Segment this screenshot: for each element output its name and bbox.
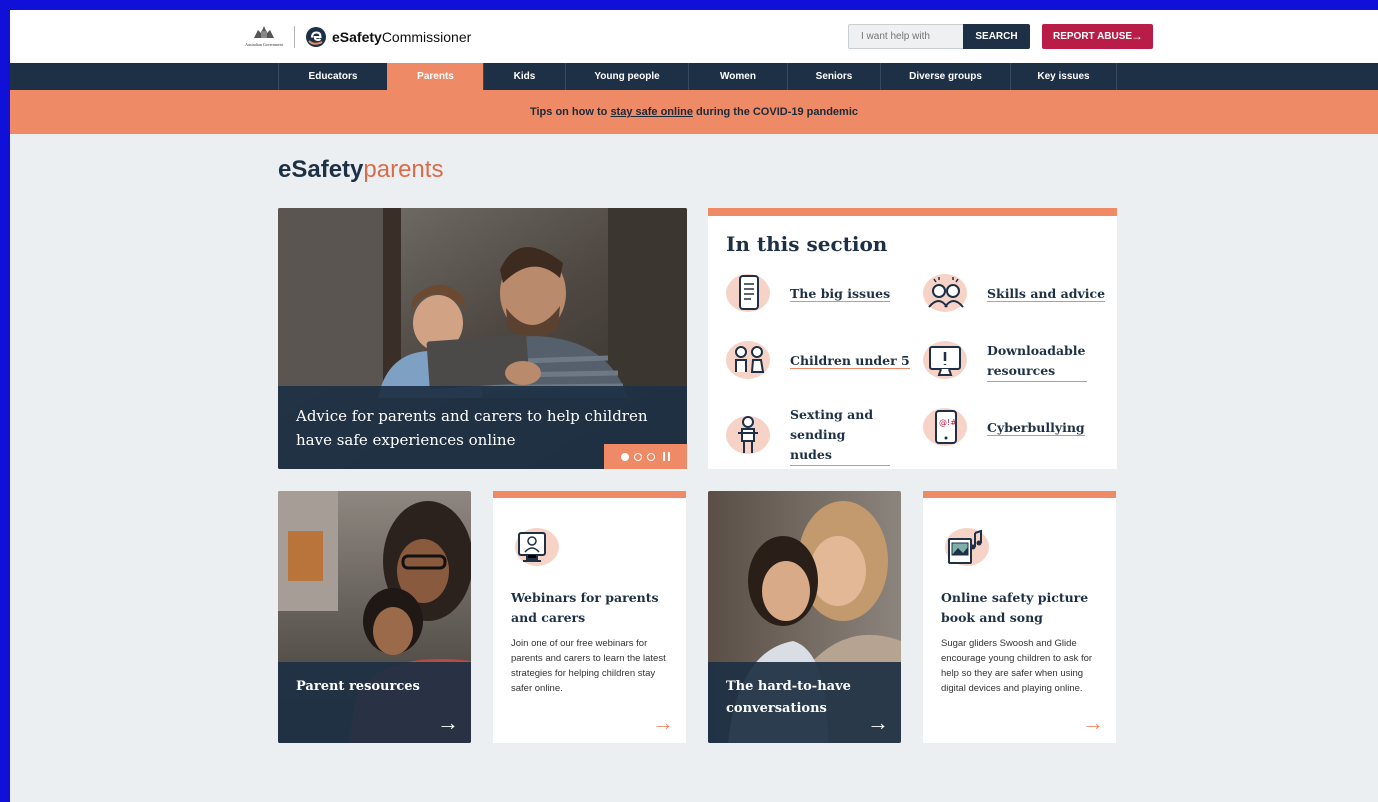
hero-caption-text: Advice for parents and carers to help ch… <box>296 407 648 449</box>
people-ideas-icon <box>923 274 967 312</box>
card-description: Join one of our free webinars for parent… <box>511 638 666 694</box>
logo-divider <box>294 26 295 48</box>
nav-item-women[interactable]: Women <box>688 63 787 90</box>
report-abuse-label: REPORT ABUSE <box>1053 31 1133 42</box>
phone-symbols-icon: @!# <box>923 408 967 446</box>
nav-item-diverse-groups[interactable]: Diverse groups <box>880 63 1010 90</box>
hero-carousel[interactable]: Advice for parents and carers to help ch… <box>278 208 687 469</box>
carousel-controls <box>604 444 687 469</box>
esafety-e-icon <box>306 27 326 47</box>
card-title: Online safety picture book and song <box>941 590 1089 625</box>
search-button[interactable]: SEARCH <box>963 24 1030 49</box>
section-link-label: Sexting and sending nudes <box>790 405 890 466</box>
brand-light: Commissioner <box>381 29 472 45</box>
brand-bold: eSafety <box>332 29 382 45</box>
banner-suffix: during the COVID-19 pandemic <box>692 106 859 118</box>
section-link-label: Downloadable resources <box>987 341 1087 382</box>
section-link-sexting[interactable]: Sexting and sending nudes <box>726 405 890 466</box>
arrow-right-icon: → <box>1131 29 1143 43</box>
svg-text:@!#: @!# <box>939 418 957 427</box>
carousel-dot-1[interactable] <box>621 452 629 461</box>
gov-logo-text: Australian Government <box>245 42 283 47</box>
arrow-right-icon[interactable]: → <box>867 711 889 735</box>
carousel-dot-3[interactable] <box>647 452 655 461</box>
person-phone-icon <box>726 415 770 454</box>
section-link-label: The big issues <box>790 286 891 302</box>
nav-item-educators[interactable]: Educators <box>278 63 387 90</box>
monitor-alert-icon <box>923 341 967 379</box>
in-this-section-panel: In this section The big issues Skills an… <box>708 208 1117 469</box>
main-nav: Educators Parents Kids Young people Wome… <box>10 63 1378 90</box>
title-bold: eSafety <box>278 156 364 183</box>
title-light: parents <box>363 156 444 183</box>
picture-book-icon <box>945 528 989 566</box>
section-link-label: Cyberbullying <box>987 420 1085 436</box>
banner-prefix: Tips on how to <box>529 106 611 118</box>
section-link-label: Skills and advice <box>987 286 1106 302</box>
phone-list-icon <box>726 274 770 312</box>
card-caption: The hard-to-have conversations → <box>708 662 901 743</box>
section-title: In this section <box>726 232 888 256</box>
section-link-skills-advice[interactable]: Skills and advice <box>923 271 1106 317</box>
card-hard-conversations[interactable]: The hard-to-have conversations → <box>708 491 901 743</box>
arrow-right-icon[interactable]: → <box>652 711 674 735</box>
nav-item-young-people[interactable]: Young people <box>565 63 688 90</box>
carousel-dot-2[interactable] <box>634 452 642 461</box>
esafety-logo[interactable]: eSafety Commissioner <box>306 26 471 48</box>
webinar-icon <box>515 528 559 566</box>
card-title: Webinars for parents and carers <box>511 590 659 625</box>
pause-icon[interactable] <box>663 452 670 461</box>
nav-item-key-issues[interactable]: Key issues <box>1010 63 1116 90</box>
crest-icon <box>254 26 274 38</box>
section-link-downloadable-resources[interactable]: Downloadable resources <box>923 338 1087 384</box>
nav-divider <box>1116 63 1117 90</box>
site-header: Australian Government eSafety Commissione… <box>10 10 1378 63</box>
covid-banner: Tips on how to stay safe online during t… <box>10 90 1378 134</box>
card-webinars[interactable]: Webinars for parents and carers Join one… <box>493 491 686 743</box>
nav-item-kids[interactable]: Kids <box>483 63 565 90</box>
nav-item-seniors[interactable]: Seniors <box>787 63 880 90</box>
banner-link[interactable]: stay safe online <box>610 106 693 118</box>
australian-government-logo[interactable]: Australian Government <box>242 24 286 50</box>
card-description: Sugar gliders Swoosh and Glide encourage… <box>941 638 1093 694</box>
search-input[interactable] <box>848 24 964 49</box>
section-link-cyberbullying[interactable]: @!# Cyberbullying <box>923 405 1085 451</box>
card-parent-resources[interactable]: Parent resources → <box>278 491 471 743</box>
card-title: The hard-to-have conversations <box>726 679 851 716</box>
page-title: eSafetyparents <box>278 156 443 184</box>
children-icon <box>726 341 770 379</box>
arrow-right-icon[interactable]: → <box>437 711 459 735</box>
section-link-big-issues[interactable]: The big issues <box>726 271 891 317</box>
section-link-label: Children under 5 <box>790 353 910 369</box>
card-picture-book[interactable]: Online safety picture book and song Suga… <box>923 491 1116 743</box>
report-abuse-button[interactable]: REPORT ABUSE → <box>1042 24 1153 49</box>
section-link-children-under-5[interactable]: Children under 5 <box>726 338 910 384</box>
arrow-right-icon[interactable]: → <box>1082 711 1104 735</box>
card-caption: Parent resources → <box>278 662 471 743</box>
nav-item-parents[interactable]: Parents <box>387 63 483 90</box>
card-title: Parent resources <box>296 679 420 694</box>
page-frame: Australian Government eSafety Commissione… <box>10 10 1378 802</box>
